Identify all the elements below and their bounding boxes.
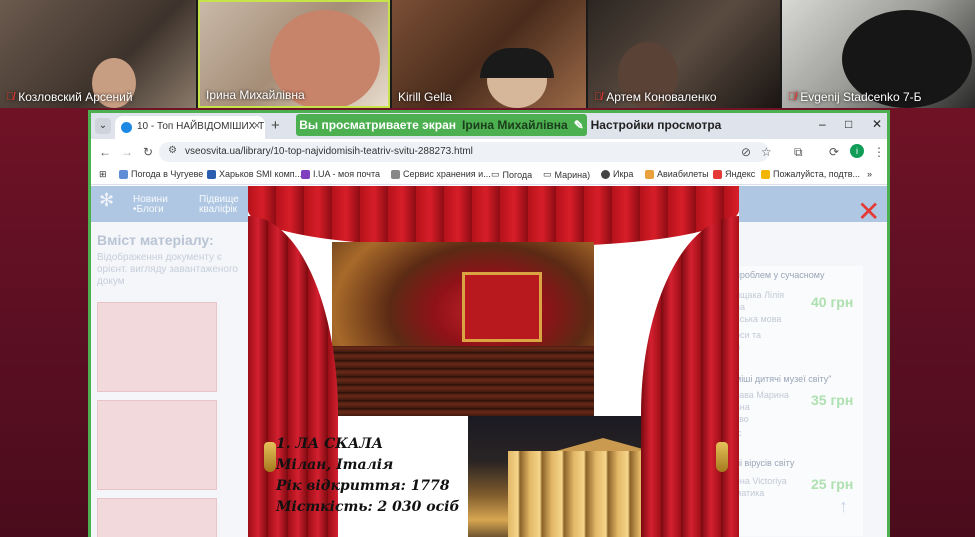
share-presenter: Ірина Михайлівна [462, 118, 568, 132]
plane-icon [645, 169, 654, 179]
mail-icon [301, 169, 310, 179]
mic-off-icon: 🎙̸ [594, 91, 603, 103]
nav-qualification[interactable]: Підвище кваліфік [199, 195, 239, 215]
card-price: 25 грн [811, 476, 854, 492]
view-settings-button[interactable]: Настройки просмотра [587, 115, 725, 135]
headset [480, 48, 554, 78]
participant-name: Evgenij Stadcenko 7-Б [800, 90, 922, 104]
profile-avatar[interactable]: i [850, 144, 864, 158]
close-tab-icon[interactable]: × [254, 120, 260, 132]
participant-name: Артем Коноваленко [606, 90, 717, 104]
sync-icon[interactable]: ⟳ [829, 145, 839, 159]
content-title: Вміст матеріалу: [97, 232, 214, 248]
site-icon [207, 169, 216, 179]
close-window-icon[interactable]: ✕ [872, 117, 882, 131]
related-materials: проблем у сучасному ищака Лілія на ьська… [731, 266, 863, 536]
address-bar: ← → ↻ ⚙ vseosvita.ua/library/10-top-najv… [91, 139, 887, 165]
slide-thumbnail[interactable] [97, 400, 217, 490]
bookmark-item[interactable]: Авиабилеты [645, 169, 709, 179]
back-icon[interactable]: ← [99, 145, 111, 159]
participant-name: Kirill Gella [398, 90, 453, 104]
extensions-icon[interactable]: ⧉ [794, 145, 803, 160]
new-tab-icon[interactable]: + [271, 117, 280, 134]
stage [462, 272, 542, 342]
tab-search-icon[interactable]: ⌄ [95, 118, 111, 134]
bookmark-item[interactable]: I.UA - моя почта [301, 169, 380, 179]
curtain-right [641, 216, 739, 537]
slide-thumbnail[interactable] [97, 302, 217, 392]
url-input[interactable]: ⚙ vseosvita.ua/library/10-top-najvidomis… [159, 142, 769, 162]
theatre-interior-image [332, 242, 594, 416]
site-favicon-icon [121, 122, 132, 133]
participant-tile[interactable]: 🎙̸ Артем Коноваленко [588, 0, 780, 108]
tassel [264, 442, 276, 472]
card-price: 40 грн [811, 294, 854, 310]
share-banner-text: Вы просматриваете экран [299, 118, 457, 132]
scroll-up-icon[interactable]: ↑ [839, 496, 848, 517]
theatre-capacity: Місткість: 2 030 осіб [276, 499, 460, 515]
participant-strip: 🎙̸ Козловский Арсений Ірина Михайлівна Ki… [0, 0, 975, 108]
audience-seats [332, 346, 594, 416]
card-title[interactable]: проблем у сучасному [735, 270, 825, 280]
participant-tile[interactable]: 🎙̸ Evgenij Stadcenko 7-Б [782, 0, 975, 108]
bookmark-star-icon[interactable]: ☆ [761, 145, 772, 159]
close-icon[interactable]: ✕ [857, 198, 880, 226]
menu-kebab-icon[interactable]: ⋮ [873, 145, 885, 159]
site-info-icon[interactable]: ⚙ [168, 145, 177, 156]
participant-tile[interactable]: Kirill Gella [392, 0, 586, 108]
storage-icon [391, 169, 400, 179]
bookmark-item[interactable]: Харьков SMI комп... [207, 169, 302, 179]
slide-thumbnail[interactable] [97, 498, 217, 537]
folder-icon: ▭ [491, 169, 500, 179]
apps-grid-icon[interactable]: ⊞ [99, 169, 107, 180]
eye-off-icon[interactable]: ⊘ [741, 145, 751, 159]
bookmark-item[interactable]: Сервис хранения и... [391, 169, 491, 179]
tassel [716, 442, 728, 472]
card-price: 35 грн [811, 392, 854, 408]
bookmarks-bar: ⊞ Погода в Чугуеве Харьков SMI комп... I… [91, 165, 887, 185]
yandex-icon [713, 169, 722, 179]
bookmark-item[interactable]: Пожалуйста, подтв... [761, 169, 860, 179]
site-logo-icon[interactable]: ✻ [99, 191, 114, 209]
bookmark-item[interactable]: ▭ Погода [491, 169, 532, 180]
card-title[interactable]: міші дитячі музеї світу" [735, 374, 831, 384]
bookmark-item[interactable]: Погода в Чугуеве [119, 169, 203, 179]
pin-icon: ✎ [573, 118, 584, 132]
more-bookmarks-icon[interactable]: » [867, 169, 872, 179]
maximize-icon[interactable]: □ [845, 117, 852, 131]
weather-icon [119, 169, 128, 179]
reload-icon[interactable]: ↻ [143, 145, 153, 159]
mic-off-icon: 🎙̸ [6, 91, 15, 103]
nav-news[interactable]: Новини •Блоги [133, 195, 168, 215]
browser-tab[interactable]: 10 - Топ НАЙВІДОМІШИХ ТЕ × [115, 116, 265, 139]
screen-share-banner: Вы просматриваете экран Ірина Михайлівна… [296, 114, 587, 136]
mic-off-icon: 🎙̸ [788, 91, 797, 103]
theatre-name: 1. ЛА СКАЛА [276, 436, 384, 452]
url-text: vseosvita.ua/library/10-top-najvidomisih… [185, 146, 473, 157]
participant-tile-active[interactable]: Ірина Михайлівна [198, 0, 390, 108]
folder-icon: ▭ [543, 169, 552, 179]
theatre-opened: Рік відкриття: 1778 [276, 478, 450, 494]
shared-screen: ⌄ 10 - Топ НАЙВІДОМІШИХ ТЕ × + Вы просма… [88, 110, 890, 537]
web-page: ✻ Новини •Блоги Підвище кваліфік Вміст мат… [91, 186, 887, 537]
site-icon [601, 169, 610, 179]
site-icon [761, 169, 770, 179]
presentation-slide: 1. ЛА СКАЛА Мілан, Італія Рік відкриття:… [248, 186, 739, 537]
curtain-valance [248, 186, 739, 246]
theatre-location: Мілан, Італія [276, 457, 394, 473]
card-title[interactable]: ні вірусів світу [735, 458, 794, 468]
tab-bar: ⌄ 10 - Топ НАЙВІДОМІШИХ ТЕ × + Вы просма… [91, 113, 887, 139]
minimize-icon[interactable]: – [819, 117, 826, 131]
bookmark-item[interactable]: Икра [601, 169, 633, 179]
content-subtitle: Відображення документу є орієнт. вигляду… [97, 252, 238, 287]
tab-title: 10 - Топ НАЙВІДОМІШИХ ТЕ [137, 121, 265, 132]
slide-caption: 1. ЛА СКАЛА Мілан, Італія Рік відкриття:… [276, 434, 460, 518]
participant-name: Козловский Арсений [18, 90, 133, 104]
bookmark-item[interactable]: Яндекс [713, 169, 755, 179]
bookmark-item[interactable]: ▭ Марина) [543, 169, 590, 180]
participant-tile[interactable]: 🎙̸ Козловский Арсений [0, 0, 196, 108]
participant-name: Ірина Михайлівна [206, 88, 305, 102]
forward-icon[interactable]: → [121, 145, 133, 159]
